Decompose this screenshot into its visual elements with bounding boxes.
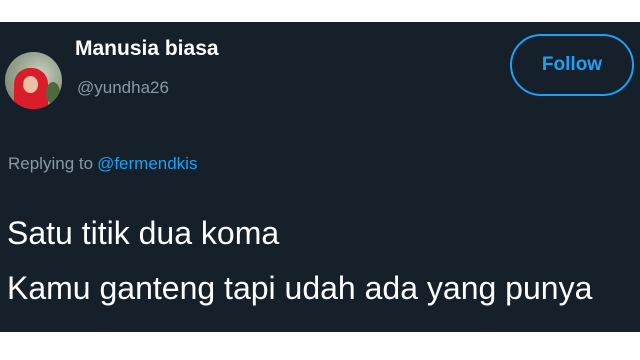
replying-to-line: Replying to @fermendkis [8,154,197,174]
tweet-text-line: Satu titik dua koma [7,215,280,251]
avatar[interactable] [5,52,62,109]
replying-to-label: Replying to [8,154,94,173]
tweet-text: Satu titik dua koma Kamu ganteng tapi ud… [7,206,592,316]
replying-to-handle-link[interactable]: @fermendkis [97,154,197,173]
follow-button[interactable]: Follow [510,34,634,96]
display-name[interactable]: Manusia biasa [75,37,219,61]
tweet-card: Manusia biasa @yundha26 Follow Replying … [0,22,640,332]
tweet-text-line: Kamu ganteng tapi udah ada yang punya [7,270,593,306]
avatar-foliage [46,82,60,104]
user-handle[interactable]: @yundha26 [77,78,169,98]
avatar-face [23,76,38,93]
